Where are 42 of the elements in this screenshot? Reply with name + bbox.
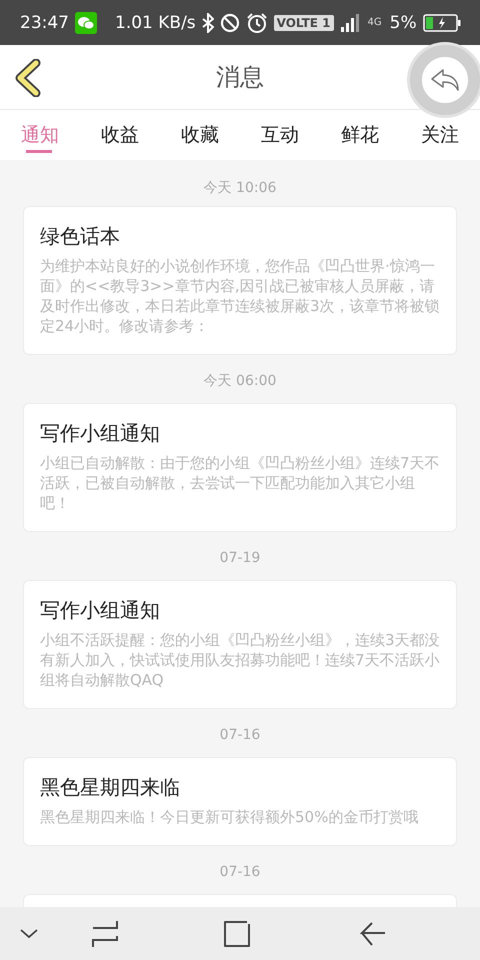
timestamp: 今天 06:00 (202, 372, 278, 391)
volte-badge: VOLTE 1 (274, 14, 334, 30)
timestamp: 07-16 (218, 726, 262, 745)
timestamp: 07-16 (218, 863, 262, 882)
message-title: 写作小组通知 (40, 420, 161, 447)
message-title: 写作小组通知 (40, 597, 161, 624)
battery-percent: 5% (390, 12, 417, 32)
message-body: 小组已自动解散：由于您的小组《凹凸粉丝小组》连续7天不活跃，已被自动解散，去尝试一下匹配功能加入其它小组吧！ (40, 453, 440, 513)
message-title: 黑色星期四来临 (40, 774, 181, 801)
reply-arrow-icon (430, 68, 460, 92)
do-not-disturb-icon (220, 12, 240, 32)
message-card[interactable]: 黑色星期四来临 黑色星期四来临！今日更新可获得额外50%的金币打赏哦 (23, 757, 457, 846)
chat-app-icon (75, 12, 97, 34)
timestamp: 07-19 (218, 549, 262, 568)
page-title: 消息 (216, 62, 264, 93)
bluetooth-icon (202, 12, 214, 32)
tab[interactable]: 关注 (400, 110, 480, 160)
message-title: 绿色话本 (40, 223, 121, 250)
network-type: 4G (368, 17, 382, 28)
back-arrow-icon[interactable] (360, 920, 386, 946)
message-body: 为维护本站良好的小说创作环境，您作品《凹凸世界·惊鸿一面》的<<教导3>>章节内容,因引战已被审核人员屏蔽，请及时作出修改，本日若此章节连续被屏蔽3次，该章节将被锁定24小时。修改请参考： (40, 256, 440, 336)
message-body: 小组不活跃提醒：您的小组《凹凸粉丝小组》，连续3天都没有新人加入，快试试使用队友招募功能吧！连续7天不活跃小组将自动解散QAQ (40, 630, 440, 690)
back-chevron-icon (14, 59, 42, 97)
signal-icon (340, 12, 362, 32)
timestamp: 今天 10:06 (202, 179, 278, 198)
tab[interactable]: 鲜花 (320, 110, 400, 160)
tab[interactable]: 收藏 (160, 110, 240, 160)
home-icon[interactable] (224, 920, 250, 946)
message-card[interactable]: 写作小组通知 小组不活跃提醒：您的小组《凹凸粉丝小组》，连续3天都没有新人加入，快试试使用队友招募功能吧！连续7天不活跃小组将自动解散QAQ (23, 580, 457, 709)
network-speed: 1.01 KB/s (115, 12, 196, 32)
message-body: 黑色星期四来临！今日更新可获得额外50%的金币打赏哦 (40, 807, 420, 827)
chevron-down-icon[interactable] (20, 928, 38, 938)
message-card[interactable]: 写作小组通知 小组已自动解散：由于您的小组《凹凸粉丝小组》连续7天不活跃，已被自动解散，去尝试一下匹配功能加入其它小组吧！ (23, 403, 457, 532)
message-card[interactable]: 绿色话本 为维护本站良好的小说创作环境，您作品《凹凸世界·惊鸿一面》的<<教导3>>章节内容,因引战已被审核人员屏蔽，请及时作出修改，本日若此章节连续被屏蔽3次，该章节将被锁定24小时。修改请参考： (23, 206, 457, 355)
clock: 23:47 (20, 12, 69, 32)
recent-apps-icon[interactable] (92, 920, 118, 948)
tab[interactable]: 收益 (80, 110, 160, 160)
battery-icon (422, 14, 461, 32)
back-button[interactable] (14, 59, 42, 97)
alarm-icon (246, 12, 268, 34)
tab[interactable]: 互动 (240, 110, 320, 160)
floating-reply-button[interactable] (410, 45, 480, 115)
